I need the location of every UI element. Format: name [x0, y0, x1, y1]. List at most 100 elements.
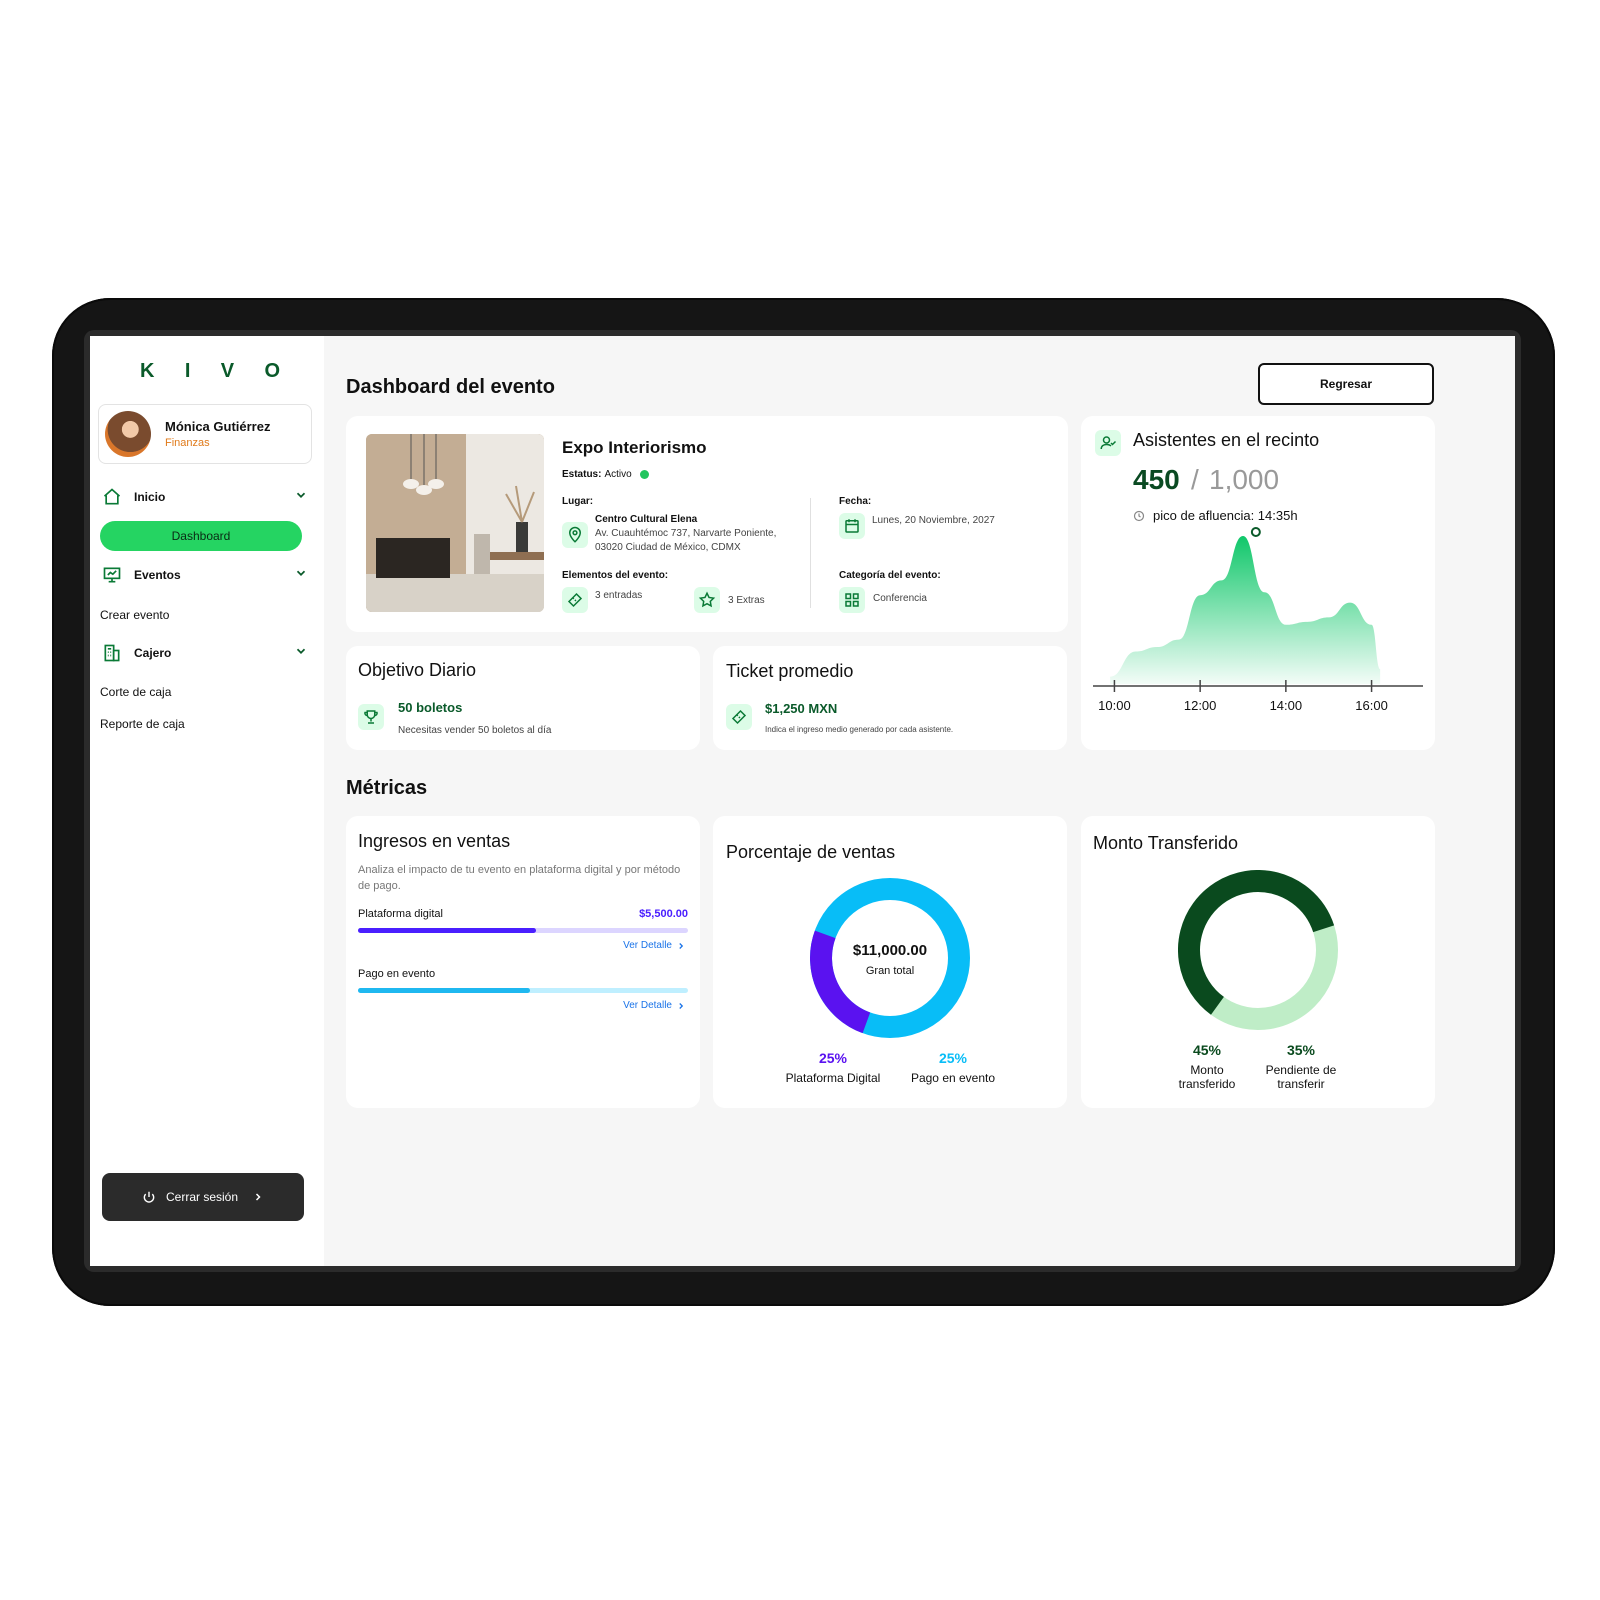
daily-goal-card: Objetivo Diario 50 boletos Necesitas ven…	[346, 646, 700, 750]
avg-ticket-card: Ticket promedio $1,250 MXN Indica el ing…	[713, 646, 1067, 750]
user-role: Finanzas	[165, 437, 210, 449]
chevron-down-icon[interactable]	[294, 644, 308, 658]
chevron-down-icon[interactable]	[294, 566, 308, 580]
app-screen: K I V O Mónica Gutiérrez Finanzas Inicio…	[90, 336, 1515, 1266]
entries-count: 3 entradas	[595, 590, 643, 601]
logo-letter: V	[220, 360, 235, 382]
donut-total: $11,000.00	[852, 942, 928, 959]
donut-total-label: Gran total	[865, 965, 915, 977]
avg-ticket-title: Ticket promedio	[726, 661, 854, 681]
chevron-right-icon	[679, 942, 684, 949]
user-profile-card[interactable]: Mónica Gutiérrez Finanzas	[98, 404, 312, 464]
back-button[interactable]: Regresar	[1258, 363, 1434, 405]
event-photo	[366, 434, 544, 612]
sales-income-card: Ingresos en ventas Analiza el impacto de…	[346, 816, 700, 1108]
status-value: Activo	[604, 469, 632, 480]
metrics-title: Métricas	[346, 777, 428, 799]
place-label: Lugar:	[562, 496, 594, 507]
calendar-icon-box	[839, 513, 865, 539]
sidebar-item-cajero[interactable]: Cajero	[102, 642, 308, 664]
category-label: Categoría del evento:	[839, 570, 941, 581]
user-check-icon	[1100, 436, 1117, 450]
chevron-down-icon[interactable]	[294, 488, 308, 502]
sidebar-item-label: Inicio	[134, 490, 166, 504]
sales-pct-title: Porcentaje de ventas	[726, 842, 896, 862]
date-label: Fecha:	[839, 496, 872, 507]
logo-letter: I	[184, 360, 191, 382]
clock-icon	[1133, 510, 1145, 521]
view-detail-label: Ver Detalle	[623, 1000, 672, 1011]
bar1-fill	[358, 928, 537, 933]
avg-ticket-value: $1,250 MXN	[765, 701, 838, 716]
daily-goal-title: Objetivo Diario	[358, 660, 477, 680]
event-status: Estatus: Activo	[562, 469, 649, 480]
attendance-area	[1110, 536, 1381, 684]
place-name: Centro Cultural Elena	[595, 514, 698, 525]
user-check-icon-box	[1095, 430, 1121, 456]
pending-pct: 35%	[1286, 1042, 1316, 1058]
logo-letter: K	[140, 360, 155, 382]
ticket-icon-box	[726, 704, 752, 730]
pending-label: Pendiente de transferir	[1241, 1063, 1361, 1091]
attendees-card: Asistentes en el recinto 450 / 1,000 pic…	[1081, 416, 1435, 750]
x-axis-tick-label: 14:00	[1270, 698, 1303, 713]
attendees-title: Asistentes en el recinto	[1133, 430, 1320, 450]
logout-button[interactable]: Cerrar sesión	[102, 1173, 304, 1221]
pct-pago-value: 25%	[938, 1050, 968, 1066]
place-details: Centro Cultural Elena Av. Cuauhtémoc 737…	[595, 513, 776, 555]
event-image	[366, 434, 544, 612]
category-value: Conferencia	[873, 593, 927, 604]
grid-icon	[845, 593, 859, 607]
chevron-right-icon	[679, 1002, 684, 1009]
sidebar-item-eventos[interactable]: Eventos	[102, 564, 308, 586]
transfer-title: Monto Transferido	[1093, 833, 1239, 853]
sidebar-item-dashboard[interactable]: Dashboard	[100, 521, 302, 551]
page-title: Dashboard del evento	[346, 376, 555, 398]
place-address-line1: Av. Cuauhtémoc 737, Narvarte Poniente,	[595, 528, 777, 539]
location-pin-icon	[568, 526, 582, 543]
x-axis-tick-label: 10:00	[1098, 698, 1131, 713]
calendar-icon	[845, 519, 859, 533]
daily-goal-desc: Necesitas vender 50 boletos al día	[398, 725, 552, 736]
ticket-icon-box	[562, 587, 588, 613]
sidebar-item-inicio[interactable]: Inicio	[102, 486, 308, 508]
sales-income-desc: Analiza el impacto de tu evento en plata…	[358, 864, 681, 892]
bar1-track	[358, 928, 688, 933]
daily-goal-value: 50 boletos	[398, 700, 463, 715]
event-card: Expo Interiorismo Estatus: Activo Lugar:…	[346, 416, 1068, 632]
grid-icon-box	[839, 587, 865, 613]
sidebar-item-reporte-caja[interactable]: Reporte de caja	[100, 717, 185, 731]
cash-register-icon	[104, 644, 120, 662]
view-detail-link[interactable]: Ver Detalle	[623, 1000, 686, 1011]
pending-label-line2: transferir	[1277, 1077, 1325, 1091]
sidebar-item-label: Cajero	[134, 646, 172, 660]
bar1-label: Plataforma digital	[358, 908, 443, 920]
avatar	[105, 411, 151, 457]
bar2-fill	[358, 988, 530, 993]
date-value: Lunes, 20 Noviembre, 2027	[872, 515, 995, 526]
home-icon	[103, 488, 121, 505]
star-icon-box	[694, 587, 720, 613]
bar2-track	[358, 988, 688, 993]
sidebar-item-corte-caja[interactable]: Corte de caja	[100, 685, 171, 699]
chevron-right-icon	[255, 1193, 261, 1201]
view-detail-link[interactable]: Ver Detalle	[623, 940, 686, 951]
attendees-separator: /	[1191, 464, 1199, 495]
status-label: Estatus:	[562, 469, 602, 480]
power-icon	[143, 1191, 155, 1203]
x-axis-tick-label: 12:00	[1184, 698, 1217, 713]
transfer-card: Monto Transferido 45% Monto transferido …	[1081, 816, 1435, 1108]
x-axis-tick-label: 16:00	[1355, 698, 1388, 713]
sidebar-item-label: Eventos	[134, 568, 181, 582]
user-name: Mónica Gutiérrez	[165, 419, 271, 434]
star-icon	[698, 591, 716, 608]
bar1-value: $5,500.00	[639, 908, 688, 920]
peak-text: pico de afluencia: 14:35h	[1153, 508, 1298, 523]
pct-plataforma-label: Plataforma Digital	[785, 1071, 881, 1085]
logo-letter: O	[264, 360, 280, 382]
location-icon-box	[562, 522, 588, 548]
ticket-icon	[731, 709, 747, 725]
attendance-chart: 10:00 12:00 14:00 16:00	[1093, 527, 1423, 713]
place-address-line2: 03020 Ciudad de México, CDMX	[595, 542, 741, 553]
sidebar-item-crear-evento[interactable]: Crear evento	[100, 608, 169, 622]
